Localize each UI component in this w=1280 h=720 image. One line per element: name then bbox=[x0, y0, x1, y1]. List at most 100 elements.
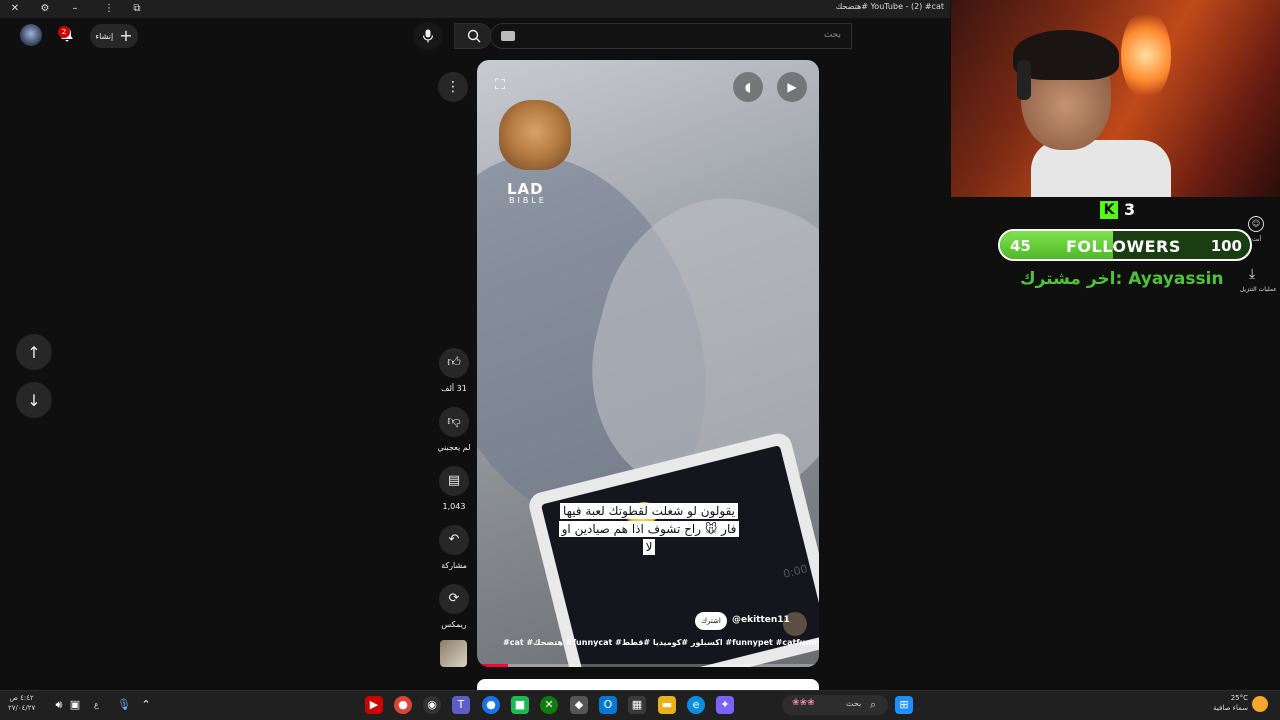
weather-desc: سماء صافية bbox=[1213, 704, 1248, 712]
video-caption: يقولون لو شغلت لقطوتك لعبة فيها فار 🐭 را… bbox=[557, 502, 741, 556]
webcam-overlay bbox=[951, 0, 1280, 197]
webcam-lamp bbox=[1121, 10, 1171, 100]
video-progress-bar[interactable] bbox=[477, 664, 819, 667]
window-title: YouTube - (2) #cat #هتضحك bbox=[835, 2, 944, 11]
followers-goal-bar: 45 FOLLOWERS 100 bbox=[998, 229, 1252, 261]
create-label: إنشاء bbox=[95, 31, 114, 41]
plus-icon: + bbox=[119, 26, 133, 45]
teams-app-icon[interactable]: T bbox=[452, 696, 470, 714]
create-button[interactable]: إنشاء + bbox=[90, 24, 138, 48]
language-indicator[interactable]: ع bbox=[94, 700, 99, 709]
chevron-up-icon[interactable]: ⌃ bbox=[137, 696, 155, 714]
close-icon[interactable]: ✕ bbox=[8, 2, 22, 16]
keyboard-icon[interactable] bbox=[501, 31, 515, 41]
settings-icon[interactable]: ⚙ bbox=[38, 2, 52, 16]
dislike-label: لم يعجبني bbox=[437, 443, 471, 452]
more-vert-icon[interactable]: ⋮ bbox=[102, 2, 116, 16]
fullscreen-button[interactable]: ⛶ bbox=[489, 74, 511, 96]
cat-image bbox=[499, 100, 571, 170]
network-icon[interactable]: ▣ bbox=[66, 696, 84, 714]
extension-icon[interactable]: ⧉ bbox=[130, 2, 144, 16]
avatar[interactable] bbox=[20, 24, 42, 46]
taskbar-search[interactable]: ❀❀❀ بحث ⌕ bbox=[782, 695, 888, 715]
followers-current: 45 bbox=[1010, 237, 1031, 255]
arrow-up-icon: ↑ bbox=[27, 342, 41, 362]
webcam-headset bbox=[1017, 60, 1031, 100]
chrome-app-icon[interactable]: ● bbox=[394, 696, 412, 714]
more-options-button[interactable]: ⋮ bbox=[438, 72, 468, 102]
comments-button[interactable]: ▤ 1,043 bbox=[436, 466, 472, 511]
mic-icon[interactable]: 🎙︎ bbox=[115, 696, 133, 714]
search-icon bbox=[467, 29, 480, 43]
like-button[interactable]: 👍︎ 31 ألف bbox=[436, 348, 472, 393]
voice-search-button[interactable] bbox=[414, 22, 442, 50]
like-count: 31 ألف bbox=[441, 384, 467, 393]
downloads-label: عمليات التنزيل bbox=[1240, 286, 1277, 293]
comment-icon: ▤ bbox=[439, 466, 469, 496]
search-highlight-icon: ❀❀❀ bbox=[792, 698, 815, 708]
channel-name[interactable]: @ekitten11 bbox=[732, 615, 790, 625]
remix-button[interactable]: ⟳ ريمكس bbox=[436, 584, 472, 629]
copilot-app-icon[interactable]: ✦ bbox=[716, 696, 734, 714]
video-progress-fill bbox=[477, 664, 508, 667]
search-input[interactable]: بحث bbox=[490, 23, 852, 49]
share-button[interactable]: ↶ مشاركة bbox=[436, 525, 472, 570]
app-icon-gray[interactable]: ◆ bbox=[570, 696, 588, 714]
taskbar-weather[interactable]: 25°C سماء صافية bbox=[1206, 693, 1248, 713]
video-hashtags[interactable]: #cat #هتضحك #funnycat #اكسبلور #كوميديا … bbox=[503, 638, 819, 647]
window-titlebar: ✕ ⚙ – ⋮ ⧉ YouTube - (2) #cat #هتضحك bbox=[0, 0, 950, 18]
start-icon[interactable]: ⊞ bbox=[895, 696, 913, 714]
minimize-icon[interactable]: – bbox=[68, 2, 82, 16]
short-video-player[interactable]: LAD BIBLE 0:00 يقولون لو شغلت لقطوتك لعب… bbox=[477, 60, 819, 667]
chrome-app-icon-2[interactable]: ● bbox=[482, 696, 500, 714]
account-icon[interactable]: ☺ bbox=[1248, 216, 1264, 232]
notification-badge: 2 bbox=[58, 26, 70, 38]
next-short-button[interactable]: ↓ bbox=[16, 382, 52, 418]
arrow-down-icon: ↓ bbox=[27, 390, 41, 410]
video-caption-text: يقولون لو شغلت لقطوتك لعبة فيها فار 🐭 را… bbox=[558, 503, 740, 555]
taskbar-search-text: بحث bbox=[846, 699, 862, 708]
previous-short-button[interactable]: ↑ bbox=[16, 334, 52, 370]
last-subscriber-text: اخر مشترك: Ayayassin bbox=[1020, 269, 1224, 289]
followers-goal: 100 bbox=[1210, 237, 1242, 255]
weather-temp: 25°C bbox=[1230, 694, 1248, 702]
taskbar-time: ٤:٤٢ ص bbox=[9, 694, 34, 702]
kick-viewer-count: 3 bbox=[1124, 200, 1136, 219]
weather-sun-icon bbox=[1252, 696, 1268, 712]
fullscreen-icon: ⛶ bbox=[495, 77, 505, 93]
outlook-app-icon[interactable]: O bbox=[599, 696, 617, 714]
dislike-button[interactable]: 👎︎ لم يعجبني bbox=[436, 407, 472, 452]
remix-label: ريمكس bbox=[441, 620, 467, 629]
kick-logo-icon: K bbox=[1100, 201, 1118, 219]
subscribe-button[interactable]: اشترك bbox=[695, 612, 727, 630]
xbox-app-icon[interactable]: ✕ bbox=[540, 696, 558, 714]
store-app-icon[interactable]: ▦ bbox=[628, 696, 646, 714]
share-label: مشاركة bbox=[441, 561, 467, 570]
play-icon: ▶ bbox=[787, 80, 797, 94]
play-button[interactable]: ▶ bbox=[777, 72, 807, 102]
video-watermark-sub: BIBLE bbox=[509, 196, 547, 205]
sound-thumbnail[interactable] bbox=[440, 640, 467, 667]
file-explorer-icon[interactable]: ▬ bbox=[658, 696, 676, 714]
mic-icon bbox=[422, 29, 434, 43]
volume-icon: ◖ bbox=[744, 80, 752, 94]
taskbar-clock[interactable]: ٤:٤٢ ص ٢٧/٠٤/٢٧ bbox=[8, 693, 35, 713]
search-placeholder: بحث bbox=[823, 30, 841, 40]
mute-button[interactable]: ◖ bbox=[733, 72, 763, 102]
download-icon[interactable]: ⤓ bbox=[1249, 266, 1255, 282]
followers-label: FOLLOWERS bbox=[1066, 237, 1181, 256]
comment-count: 1,043 bbox=[442, 502, 466, 511]
taskbar-date: ٢٧/٠٤/٢٧ bbox=[8, 704, 36, 712]
more-vert-icon: ⋮ bbox=[446, 79, 460, 95]
edge-app-icon[interactable]: e bbox=[687, 696, 705, 714]
obs-app-icon[interactable]: ◉ bbox=[423, 696, 441, 714]
search-icon: ⌕ bbox=[870, 698, 877, 711]
thumb-up-icon: 👍︎ bbox=[439, 348, 469, 378]
search-button[interactable] bbox=[454, 23, 492, 49]
share-icon: ↶ bbox=[439, 525, 469, 555]
thumb-down-icon: 👎︎ bbox=[439, 407, 469, 437]
you-label: أنت bbox=[1252, 236, 1262, 243]
app-icon-green[interactable]: ■ bbox=[511, 696, 529, 714]
remix-icon: ⟳ bbox=[439, 584, 469, 614]
youtube-app-icon[interactable]: ▶ bbox=[365, 696, 383, 714]
